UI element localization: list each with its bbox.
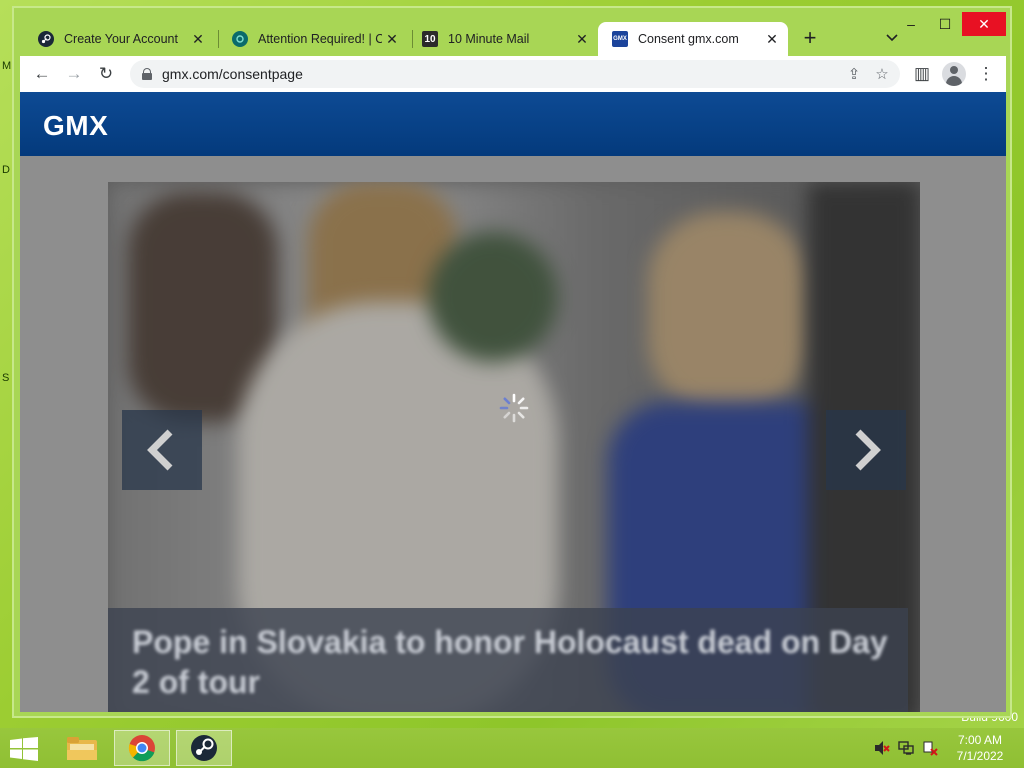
system-clock[interactable]: 7:00 AM 7/1/2022 [940,732,1020,764]
share-icon[interactable]: ⇪ [840,60,868,88]
desktop-letter: M [2,60,12,72]
tab-10-minute-mail[interactable]: 10 10 Minute Mail ✕ [408,22,598,56]
tab-create-your-account[interactable]: Create Your Account ✕ [24,22,214,56]
gmx-logo[interactable]: GMX [43,110,108,142]
tab-title: Consent gmx.com [638,32,739,46]
forward-button[interactable]: → [60,60,88,88]
next-slide-button[interactable] [826,410,906,490]
file-explorer-taskbar-button[interactable] [54,730,110,766]
desktop-letter: D [2,164,10,176]
steam-taskbar-button[interactable] [176,730,232,766]
chevron-left-icon [147,429,173,471]
url-text[interactable]: gmx.com/consentpage [162,66,840,82]
close-tab-icon[interactable]: ✕ [188,31,208,48]
tab-strip: – ☐ ✕ Create Your Account ✕ Attention Re… [20,12,1006,56]
clock-time: 7:00 AM [957,733,1003,747]
ten-minute-mail-icon: 10 [422,31,438,47]
tab-title: Attention Required! | Cl [258,32,382,46]
desktop-letter: S [2,372,10,384]
maximize-button[interactable]: ☐ [928,12,962,36]
steam-icon [191,735,217,761]
slide-caption-box: Pope in Slovakia to honor Holocaust dead… [108,608,908,712]
windows-start-icon[interactable] [10,737,38,761]
close-tab-icon[interactable]: ✕ [382,31,402,48]
folder-icon [67,737,97,760]
reload-button[interactable]: ↻ [92,60,120,88]
close-window-button[interactable]: ✕ [962,12,1006,36]
network-icon[interactable] [898,740,914,756]
address-bar[interactable]: gmx.com/consentpage ⇪ ☆ [130,60,900,88]
lock-icon [142,68,152,80]
news-slider[interactable]: Pope in Slovakia to honor Holocaust dead… [108,182,920,712]
gmx-icon: GMX [612,31,628,47]
chrome-icon [128,735,155,762]
chrome-taskbar-button[interactable] [114,730,170,766]
side-panel-button[interactable]: ▥ [908,60,936,88]
chevron-down-icon [886,34,898,42]
web-page: GMX Pope in Slovakia to honor Holocaust … [20,92,1006,712]
action-center-icon[interactable] [922,740,938,756]
tab-title: Create Your Account [64,32,178,46]
steam-icon [38,31,54,47]
back-button[interactable]: ← [28,60,56,88]
slide-caption[interactable]: Pope in Slovakia to honor Holocaust dead… [132,622,892,702]
volume-muted-icon[interactable] [874,740,890,756]
cloudflare-icon [232,31,248,47]
previous-slide-button[interactable] [122,410,202,490]
taskbar: 7:00 AM 7/1/2022 [0,728,1024,768]
profile-avatar[interactable] [942,62,966,86]
menu-button[interactable]: ⋮ [972,60,1000,88]
close-tab-icon[interactable]: ✕ [572,31,592,48]
close-tab-icon[interactable]: ✕ [762,31,782,48]
new-tab-button[interactable]: + [796,24,824,52]
browser-toolbar: ← → ↻ gmx.com/consentpage ⇪ ☆ ▥ ⋮ [20,56,1006,92]
tab-search-button[interactable] [878,26,906,50]
tab-title: 10 Minute Mail [448,32,530,46]
window-controls: – ☐ ✕ [894,12,1006,40]
chevron-right-icon [855,429,881,471]
gmx-header: GMX [20,92,1006,156]
tab-attention-required[interactable]: Attention Required! | Cl ✕ [218,22,408,56]
clock-date: 7/1/2022 [956,749,1004,763]
browser-window: – ☐ ✕ Create Your Account ✕ Attention Re… [12,6,1012,718]
loading-spinner-icon [499,393,529,423]
tab-consent-gmx[interactable]: GMX Consent gmx.com ✕ [598,22,788,56]
bookmark-star-icon[interactable]: ☆ [868,60,896,88]
